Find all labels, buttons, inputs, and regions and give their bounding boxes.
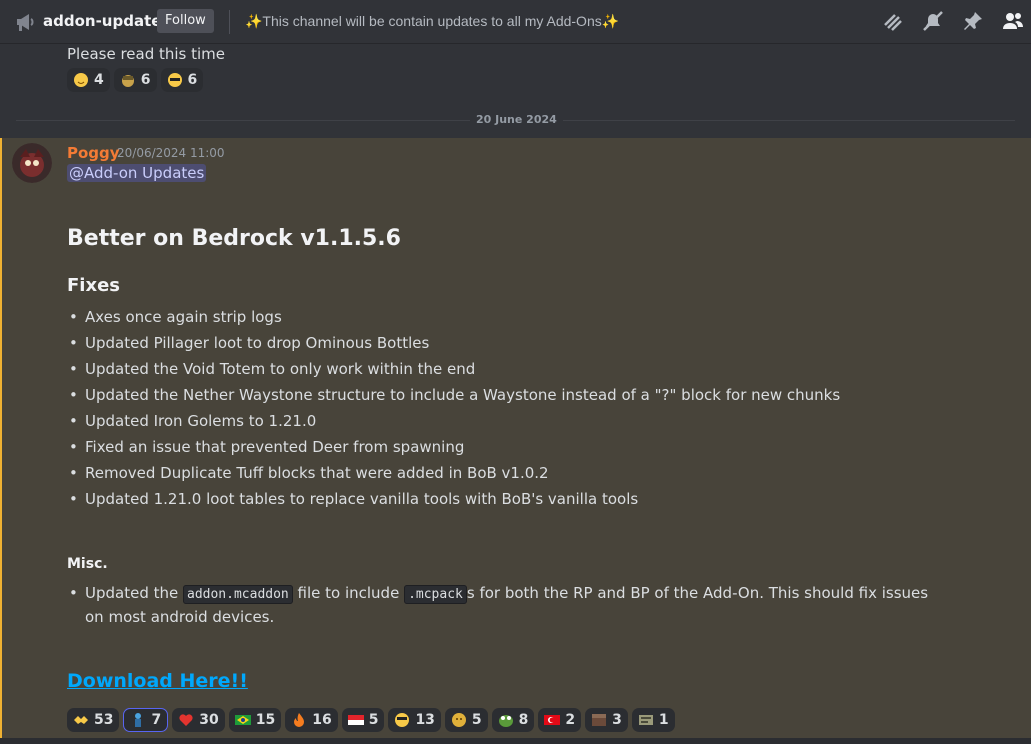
reaction-smile[interactable]: 4 — [67, 68, 110, 92]
reaction-coin-face[interactable]: 5 — [444, 708, 488, 732]
list-item: Axes once again strip logs — [67, 306, 840, 332]
list-item: Updated the Nether Waystone structure to… — [67, 384, 840, 410]
misc-list-item: Updated the addon.mcaddon file to includ… — [67, 582, 947, 628]
download-link[interactable]: Download Here!! — [67, 670, 248, 692]
list-item: Updated 1.21.0 loot tables to replace va… — [67, 488, 840, 514]
reaction-count: 5 — [368, 712, 379, 728]
reaction-count: 7 — [151, 712, 162, 728]
reaction-count: 3 — [612, 712, 622, 728]
list-item: Fixed an issue that prevented Deer from … — [67, 436, 840, 462]
list-item: Updated Pillager loot to drop Ominous Bo… — [67, 332, 840, 358]
reaction-count: 5 — [471, 712, 482, 728]
fixes-heading: Fixes — [67, 275, 120, 296]
code-mcpack: .mcpack — [404, 585, 467, 604]
turkey-flag-emoji-icon — [544, 712, 561, 728]
reaction-count: 8 — [518, 712, 529, 728]
threads-icon[interactable] — [881, 9, 905, 33]
misc-text-middle: file to include — [292, 584, 405, 602]
announcement-channel-icon — [14, 11, 36, 33]
bottom-edge — [0, 738, 1031, 744]
header-divider — [229, 10, 230, 34]
fire-emoji-icon — [291, 712, 307, 728]
indonesia-flag-emoji-icon — [347, 712, 364, 728]
reaction-blue-figure[interactable]: 7 — [123, 708, 169, 732]
code-addon-file: addon.mcaddon — [183, 585, 293, 604]
heart-emoji-icon — [178, 712, 194, 728]
block-emoji-icon — [591, 712, 607, 728]
cool-face-emoji-icon — [394, 712, 410, 728]
misc-heading: Misc. — [67, 556, 108, 572]
channel-topic[interactable]: ✨This channel will be contain updates to… — [245, 13, 619, 30]
previous-message-text: Please read this time — [67, 45, 226, 63]
reaction-count: 53 — [94, 712, 114, 728]
message-reactions: 53 7 30 15 16 5 13 5 8 2 3 1 — [67, 708, 675, 732]
reaction-count: 30 — [199, 712, 219, 728]
reaction-indonesia-flag[interactable]: 5 — [341, 708, 385, 732]
sign-emoji-icon — [638, 712, 654, 728]
message-title: Better on Bedrock v1.1.5.6 — [67, 226, 401, 251]
reaction-count: 1 — [658, 712, 669, 728]
reaction-count: 4 — [94, 72, 104, 88]
channel-header: addon-updates Follow ✨This channel will … — [0, 0, 1031, 44]
list-item: Updated Iron Golems to 1.21.0 — [67, 410, 840, 436]
follow-button[interactable]: Follow — [157, 9, 214, 33]
pin-icon[interactable] — [961, 9, 985, 33]
handshake-emoji-icon — [73, 712, 89, 728]
brazil-flag-emoji-icon — [234, 712, 251, 728]
helmet-emoji-icon — [120, 72, 136, 88]
reaction-count: 15 — [255, 712, 276, 728]
list-item: Removed Duplicate Tuff blocks that were … — [67, 462, 840, 488]
blue-figure-emoji-icon — [130, 712, 146, 728]
coin-face-emoji-icon — [451, 712, 467, 728]
highlighted-message: Poggy 20/06/2024 11:00 @Add-on Updates B… — [0, 138, 1031, 744]
role-mention[interactable]: @Add-on Updates — [67, 164, 207, 182]
smile-emoji-icon — [73, 72, 89, 88]
reaction-count: 2 — [565, 712, 576, 728]
reaction-sign[interactable]: 1 — [631, 708, 675, 732]
message-timestamp[interactable]: 20/06/2024 11:00 — [117, 146, 225, 160]
reaction-fire[interactable]: 16 — [285, 708, 338, 732]
reaction-helmet[interactable]: 6 — [113, 68, 157, 92]
reaction-turkey-flag[interactable]: 2 — [538, 708, 582, 732]
reaction-handshake[interactable]: 53 — [67, 708, 120, 732]
members-icon[interactable] — [1001, 9, 1025, 33]
reaction-cool-face[interactable]: 13 — [388, 708, 441, 732]
reaction-count: 6 — [140, 72, 151, 88]
fixes-list: Axes once again strip logs Updated Pilla… — [67, 306, 840, 514]
author-name[interactable]: Poggy — [67, 144, 120, 162]
reaction-heart[interactable]: 30 — [172, 708, 225, 732]
reaction-block[interactable]: 3 — [585, 708, 628, 732]
poggers-emoji-icon — [498, 712, 514, 728]
list-item: Updated the Void Totem to only work with… — [67, 358, 840, 384]
header-toolbar — [881, 9, 1031, 33]
reaction-count: 6 — [187, 72, 198, 88]
sunglasses-emoji-icon — [167, 72, 183, 88]
reaction-poggers[interactable]: 8 — [491, 708, 535, 732]
mute-icon[interactable] — [921, 9, 945, 33]
reaction-count: 13 — [415, 712, 435, 728]
avatar[interactable] — [12, 143, 52, 183]
reaction-count: 16 — [312, 712, 332, 728]
previous-message-reactions: 4 6 6 — [67, 68, 204, 92]
date-divider-label: 20 June 2024 — [470, 113, 563, 126]
reaction-brazil-flag[interactable]: 15 — [228, 708, 282, 732]
misc-text-before: Updated the — [85, 584, 183, 602]
reaction-sunglasses[interactable]: 6 — [160, 68, 204, 92]
channel-name: addon-updates — [43, 12, 171, 30]
